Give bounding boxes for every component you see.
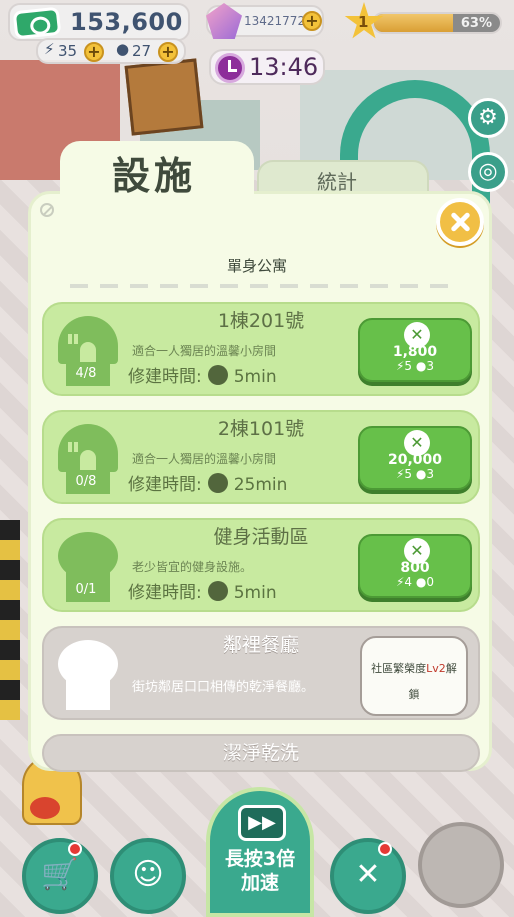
build-resources: ⚡5 ●3 bbox=[395, 467, 434, 481]
gym-icon: 0/1 bbox=[50, 528, 122, 608]
alarm-icon bbox=[207, 473, 228, 493]
build-time: 修建時間: 5min bbox=[128, 578, 277, 603]
build-button[interactable]: ✕ 20,000 ⚡5 ●3 bbox=[358, 426, 472, 490]
money-counter: 153,600 bbox=[8, 3, 190, 41]
facility-count: 0/1 bbox=[75, 582, 97, 597]
add-energy-button[interactable]: + bbox=[84, 42, 104, 62]
house-icon: 0/8 bbox=[50, 420, 122, 500]
emoji-button[interactable]: ☺ bbox=[110, 838, 186, 914]
level-bar: 63% 1 bbox=[344, 2, 504, 39]
add-gems-button[interactable]: + bbox=[302, 11, 322, 31]
close-button[interactable] bbox=[436, 198, 484, 246]
section-title: 單身公寓 bbox=[226, 257, 287, 275]
clock-icon bbox=[215, 53, 245, 83]
build-button[interactable]: ✕ 800 ⚡4 ●0 bbox=[358, 534, 472, 598]
gear-icon: ⚙ bbox=[478, 105, 498, 130]
energy-value: 35 bbox=[58, 42, 78, 60]
facility-desc: 街坊鄰居口口相傳的乾淨餐廳。 bbox=[132, 680, 315, 695]
build-time: 修建時間: 25min bbox=[128, 470, 287, 495]
level-progress-bar: 63% bbox=[372, 12, 502, 34]
build-time-label: 修建時間: bbox=[128, 475, 202, 495]
facility-count: 4/8 bbox=[75, 366, 97, 381]
dashed-divider bbox=[70, 284, 450, 288]
notification-dot bbox=[68, 842, 82, 856]
tv-icon: ▶▶ bbox=[238, 805, 286, 841]
facility-card[interactable]: 1棟201號 4/8 適合一人獨居的溫馨小房間 修建時間: 5min ✕ 1,80… bbox=[42, 302, 480, 396]
ban-icon bbox=[40, 203, 54, 217]
restaurant-icon bbox=[50, 636, 122, 716]
level-number: 1 bbox=[358, 13, 369, 31]
tools-icon: ✕ bbox=[355, 857, 381, 892]
facility-card-locked[interactable]: 鄰裡餐廳 街坊鄰居口口相傳的乾淨餐廳。 社區繁榮度Lv2解鎖 bbox=[42, 626, 480, 720]
build-cost: 1,800 bbox=[392, 344, 438, 360]
facility-card-locked[interactable]: 潔淨乾洗 bbox=[42, 734, 480, 772]
facility-desc: 老少皆宜的健身設施。 bbox=[132, 560, 253, 574]
build-cost: 800 bbox=[400, 560, 430, 576]
facility-count: 0/8 bbox=[75, 474, 97, 489]
build-cost: 20,000 bbox=[387, 452, 443, 468]
bolt-icon: ⚡ bbox=[44, 40, 55, 58]
clock-time: 13:46 bbox=[249, 53, 319, 81]
cash-icon bbox=[12, 6, 62, 40]
build-time-label: 修建時間: bbox=[128, 367, 202, 387]
emoji-icon: ☺ bbox=[132, 857, 164, 892]
unlock-requirement: 社區繁榮度Lv2解鎖 bbox=[360, 636, 468, 716]
house-icon: 4/8 bbox=[50, 312, 122, 392]
build-tools-button[interactable]: ✕ bbox=[330, 838, 406, 914]
speedup-button[interactable]: ▶▶ 長按3倍 加速 bbox=[206, 787, 314, 917]
build-time-value: 5min bbox=[233, 367, 277, 387]
water-value: 27 bbox=[132, 42, 152, 60]
notification-dot bbox=[378, 842, 392, 856]
gem-counter: 13421772 + bbox=[206, 3, 324, 39]
shop-button[interactable]: 🛒 bbox=[22, 838, 98, 914]
cart-icon: 🛒 bbox=[41, 857, 79, 892]
build-resources: ⚡5 ●3 bbox=[395, 359, 434, 373]
add-water-button[interactable]: + bbox=[158, 42, 178, 62]
gem-value: 13421772 bbox=[244, 14, 306, 28]
wooden-sign bbox=[124, 58, 204, 136]
location-button[interactable]: ◎ bbox=[468, 152, 508, 192]
facility-desc: 適合一人獨居的溫馨小房間 bbox=[132, 344, 277, 358]
drop-icon: ● bbox=[116, 40, 130, 58]
home-button[interactable] bbox=[418, 822, 504, 908]
build-button[interactable]: ✕ 1,800 ⚡5 ●3 bbox=[358, 318, 472, 382]
tab-facilities[interactable]: 設施 bbox=[60, 141, 254, 201]
facility-card[interactable]: 健身活動區 0/1 老少皆宜的健身設施。 修建時間: 5min ✕ 800 ⚡4 … bbox=[42, 518, 480, 612]
facility-card[interactable]: 2棟101號 0/8 適合一人獨居的溫馨小房間 修建時間: 25min ✕ 20,… bbox=[42, 410, 480, 504]
location-icon: ◎ bbox=[478, 159, 498, 184]
build-time-label: 修建時間: bbox=[128, 583, 202, 603]
resource-bar: ⚡ 35 + ● 27 + bbox=[36, 38, 186, 64]
facility-name: 潔淨乾洗 bbox=[222, 742, 299, 764]
speedup-label: 長按3倍 加速 bbox=[224, 848, 296, 894]
alarm-icon bbox=[207, 365, 228, 385]
tab-facilities-label: 設施 bbox=[112, 154, 197, 198]
gem-icon bbox=[206, 3, 242, 39]
settings-button[interactable]: ⚙ bbox=[468, 98, 508, 138]
build-time-value: 25min bbox=[233, 475, 288, 495]
facility-desc: 適合一人獨居的溫馨小房間 bbox=[132, 452, 277, 466]
level-progress-fill bbox=[374, 14, 454, 32]
build-time: 修建時間: 5min bbox=[128, 362, 277, 387]
alarm-icon bbox=[207, 581, 228, 601]
level-percent: 63% bbox=[460, 16, 492, 31]
hazard-stripe bbox=[0, 520, 20, 720]
build-time-value: 5min bbox=[233, 583, 277, 603]
build-resources: ⚡4 ●0 bbox=[395, 575, 434, 589]
money-value: 153,600 bbox=[70, 8, 183, 36]
game-clock: 13:46 bbox=[209, 49, 325, 85]
